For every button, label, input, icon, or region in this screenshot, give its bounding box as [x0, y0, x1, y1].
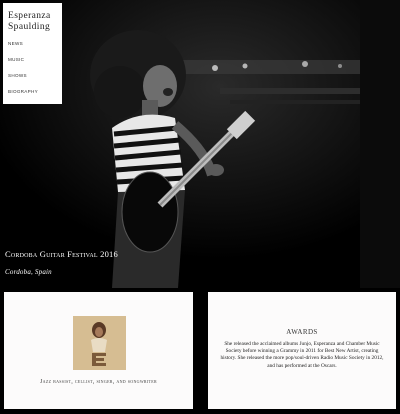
artist-tagline: Jazz bassist, cellist, singer, and songw…: [40, 379, 157, 385]
nav-item-news[interactable]: News: [8, 41, 58, 46]
nav-item-music[interactable]: Music: [8, 57, 58, 62]
intro-card: Jazz bassist, cellist, singer, and songw…: [4, 292, 193, 409]
event-location: Cordoba, Spain: [5, 268, 52, 276]
album-cover-icon: [73, 316, 126, 370]
awards-card: Awards She released the acclaimed albums…: [208, 292, 396, 409]
awards-title: Awards: [286, 328, 318, 336]
site-brand[interactable]: Esperanza Spaulding: [8, 11, 58, 33]
hero-section: Esperanza Spaulding News Music Shows Bio…: [0, 0, 400, 288]
brand-first-name: Esperanza: [8, 11, 51, 21]
event-title: Cordoba Guitar Festival 2016: [5, 249, 118, 259]
nav-item-shows[interactable]: Shows: [8, 73, 58, 78]
album-cover-image: [73, 316, 126, 370]
side-nav: Esperanza Spaulding News Music Shows Bio…: [3, 3, 62, 104]
brand-last-name: Spaulding: [8, 22, 51, 32]
nav-list: News Music Shows Biography: [7, 41, 58, 94]
nav-item-biography[interactable]: Biography: [8, 89, 58, 94]
awards-text: She released the acclaimed albums Junjo,…: [220, 341, 384, 369]
